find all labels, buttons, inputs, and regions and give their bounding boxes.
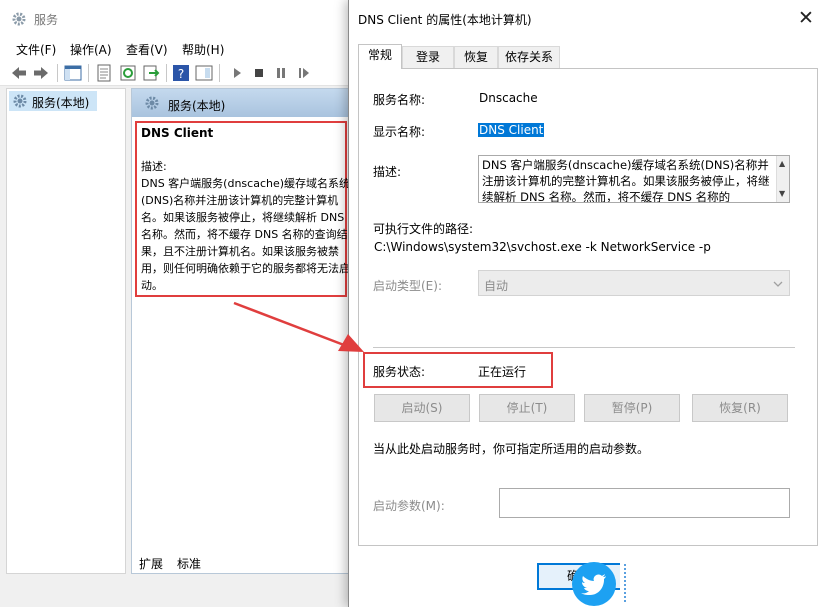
- service-description-highlight: DNS Client 描述: DNS 客户端服务(dnscache)缓存域名系统…: [135, 121, 347, 297]
- display-name-field[interactable]: DNS Client: [478, 123, 544, 137]
- resume-button[interactable]: 恢复(R): [692, 394, 788, 422]
- service-name-value: Dnscache: [479, 91, 538, 105]
- watermark-dots: [624, 564, 630, 602]
- menu-action[interactable]: 操作(A): [70, 41, 112, 58]
- toolbar-separator: [219, 64, 220, 82]
- tab-extended[interactable]: 扩展: [139, 555, 163, 572]
- toolbar-separator: [88, 64, 89, 82]
- properties-dialog: DNS Client 的属性(本地计算机) ✕ 常规 登录 恢复 依存关系 服务…: [348, 0, 826, 607]
- menu-file[interactable]: 文件(F): [16, 41, 56, 58]
- exe-path-label: 可执行文件的路径:: [373, 220, 473, 237]
- startup-type-select[interactable]: 自动: [478, 270, 790, 296]
- close-icon[interactable]: ✕: [795, 8, 817, 30]
- startup-type-value: 自动: [484, 277, 508, 294]
- export-list-icon[interactable]: [142, 64, 160, 82]
- toolbar-separator: [166, 64, 167, 82]
- description-field-text: DNS 客户端服务(dnscache)缓存域名系统(DNS)名称并注册该计算机的…: [482, 157, 772, 203]
- tab-standard[interactable]: 标准: [177, 555, 201, 572]
- properties-sheet-icon[interactable]: [95, 64, 113, 82]
- view-tabs: 扩展 标准: [131, 553, 351, 573]
- start-params-label: 启动参数(M):: [373, 497, 445, 514]
- display-name-label: 显示名称:: [373, 123, 425, 140]
- chevron-down-icon: [773, 279, 783, 289]
- menu-help[interactable]: 帮助(H): [182, 41, 224, 58]
- general-tab-panel: 服务名称: Dnscache 显示名称: DNS Client 描述: DNS …: [358, 68, 818, 546]
- service-name-heading: DNS Client: [141, 126, 341, 140]
- dialog-title: DNS Client 的属性(本地计算机): [358, 11, 532, 28]
- services-tree-pane: 服务(本地): [6, 88, 126, 574]
- console-tree-icon[interactable]: [64, 64, 82, 82]
- services-window-title: 服务: [34, 11, 58, 28]
- tab-recovery[interactable]: 恢复: [454, 46, 498, 68]
- description-label: 描述:: [141, 158, 341, 175]
- pause-icon[interactable]: [272, 64, 290, 82]
- tree-node-services-local[interactable]: 服务(本地): [9, 91, 97, 111]
- description-label: 描述:: [373, 163, 401, 180]
- help-icon[interactable]: ?: [172, 64, 190, 82]
- play-icon[interactable]: [228, 64, 246, 82]
- description-field[interactable]: DNS 客户端服务(dnscache)缓存域名系统(DNS)名称并注册该计算机的…: [478, 155, 790, 203]
- tab-logon[interactable]: 登录: [402, 46, 454, 68]
- stop-button[interactable]: 停止(T): [479, 394, 575, 422]
- show-hide-pane-icon[interactable]: [195, 64, 213, 82]
- services-gear-icon: [11, 11, 27, 27]
- stop-icon[interactable]: [250, 64, 268, 82]
- description-scrollbar[interactable]: ▲ ▼: [776, 156, 789, 202]
- forward-arrow-icon[interactable]: [32, 64, 50, 82]
- menu-view[interactable]: 查看(V): [126, 41, 168, 58]
- dialog-tabs: 常规 登录 恢复 依存关系: [358, 44, 818, 68]
- startup-type-label: 启动类型(E):: [373, 277, 442, 294]
- watermark-panel: [620, 558, 826, 607]
- services-detail-pane: 服务(本地) DNS Client 描述: DNS 客户端服务(dnscache…: [131, 88, 351, 574]
- start-params-hint: 当从此处启动服务时，你可指定所适用的启动参数。: [373, 440, 649, 457]
- services-gear-icon: [144, 95, 160, 111]
- pause-button[interactable]: 暂停(P): [584, 394, 680, 422]
- start-button[interactable]: 启动(S): [374, 394, 470, 422]
- service-description-text: DNS 客户端服务(dnscache)缓存域名系统(DNS)名称并注册该计算机的…: [141, 175, 351, 294]
- tab-dependencies[interactable]: 依存关系: [498, 46, 560, 68]
- scroll-up-icon[interactable]: ▲: [779, 159, 785, 168]
- exe-path-value: C:\Windows\system32\svchost.exe -k Netwo…: [374, 240, 711, 254]
- svg-text:?: ?: [178, 67, 184, 81]
- bird-logo-icon: [572, 562, 616, 606]
- back-arrow-icon[interactable]: [10, 64, 28, 82]
- tree-node-label: 服务(本地): [32, 94, 89, 111]
- toolbar-separator: [57, 64, 58, 82]
- service-status-label: 服务状态:: [373, 363, 425, 380]
- service-status-value: 正在运行: [478, 363, 526, 380]
- service-name-label: 服务名称:: [373, 91, 425, 108]
- services-gear-icon: [12, 93, 28, 109]
- section-divider: [373, 347, 795, 348]
- detail-header: 服务(本地): [132, 89, 350, 117]
- refresh-icon[interactable]: [119, 64, 137, 82]
- detail-header-label: 服务(本地): [168, 97, 225, 114]
- scroll-down-icon[interactable]: ▼: [779, 189, 785, 198]
- tab-general[interactable]: 常规: [358, 44, 402, 69]
- start-params-input[interactable]: [499, 488, 790, 518]
- restart-icon[interactable]: [295, 64, 313, 82]
